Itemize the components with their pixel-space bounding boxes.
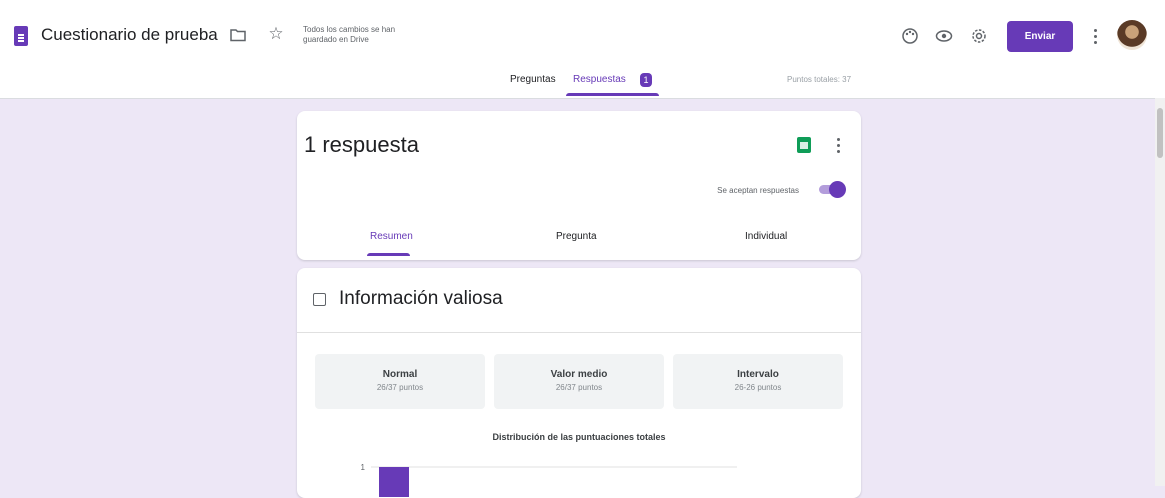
subtab-individual[interactable]: Individual — [745, 231, 787, 242]
distribution-chart: 1 — [361, 463, 737, 497]
response-count: 1 respuesta — [304, 132, 419, 157]
document-title[interactable]: Cuestionario de prueba — [41, 25, 218, 45]
stat-normal: Normal 26/37 puntos — [315, 354, 485, 409]
tab-respuestas[interactable]: Respuestas — [573, 74, 626, 85]
app-header: Cuestionario de prueba ☆ Todos los cambi… — [0, 0, 1165, 99]
total-points: Puntos totales: 37 — [787, 75, 852, 84]
stat-label: Normal — [382, 369, 418, 380]
accepting-responses-label: Se aceptan respuestas — [717, 186, 799, 195]
palette-icon[interactable] — [900, 26, 920, 46]
stat-value: 26/37 puntos — [555, 383, 603, 392]
stat-value: 26-26 puntos — [734, 383, 782, 392]
save-status: Todos los cambios se han guardado en Dri… — [303, 25, 396, 44]
subtab-pregunta[interactable]: Pregunta — [556, 231, 597, 242]
insights-icon — [313, 293, 326, 306]
active-subtab-indicator — [367, 253, 410, 256]
stat-value: 26/37 puntos — [376, 383, 424, 392]
divider — [297, 332, 861, 333]
stat-valor-medio: Valor medio 26/37 puntos — [494, 354, 664, 409]
top-bar: Cuestionario de prueba ☆ Todos los cambi… — [0, 10, 1165, 66]
nav-tabs: Preguntas Respuestas 1 Puntos totales: 3… — [0, 66, 1165, 98]
responses-card: 1 respuesta Se aceptan respuestas Resume… — [297, 111, 861, 260]
subtab-resumen[interactable]: Resumen — [370, 231, 413, 242]
avatar[interactable] — [1117, 20, 1147, 50]
toggle-thumb — [829, 181, 846, 198]
scrollbar[interactable] — [1155, 98, 1165, 486]
settings-icon[interactable] — [969, 26, 989, 46]
distribution-title: Distribución de las puntuaciones totales — [492, 432, 666, 442]
stat-label: Valor medio — [550, 369, 608, 380]
bar — [379, 467, 409, 497]
forms-logo-icon[interactable] — [14, 26, 28, 46]
send-button[interactable]: Enviar — [1007, 21, 1073, 52]
more-vert-icon[interactable] — [835, 135, 841, 155]
more-vert-icon[interactable] — [1090, 26, 1100, 46]
accepting-responses-toggle[interactable] — [816, 180, 846, 199]
preview-icon[interactable] — [934, 26, 954, 46]
folder-icon[interactable] — [229, 26, 247, 44]
tab-preguntas[interactable]: Preguntas — [510, 74, 556, 85]
sheets-icon[interactable] — [797, 137, 811, 153]
insights-card: Información valiosa Normal 26/37 puntos … — [297, 268, 861, 498]
insights-title: Información valiosa — [339, 288, 503, 309]
scrollbar-thumb[interactable] — [1157, 108, 1163, 158]
stat-label: Intervalo — [737, 369, 779, 380]
stat-intervalo: Intervalo 26-26 puntos — [673, 354, 843, 409]
y-tick-label: 1 — [361, 463, 366, 472]
active-tab-indicator — [566, 93, 659, 96]
star-icon[interactable]: ☆ — [266, 24, 286, 44]
response-count-badge: 1 — [640, 73, 652, 87]
